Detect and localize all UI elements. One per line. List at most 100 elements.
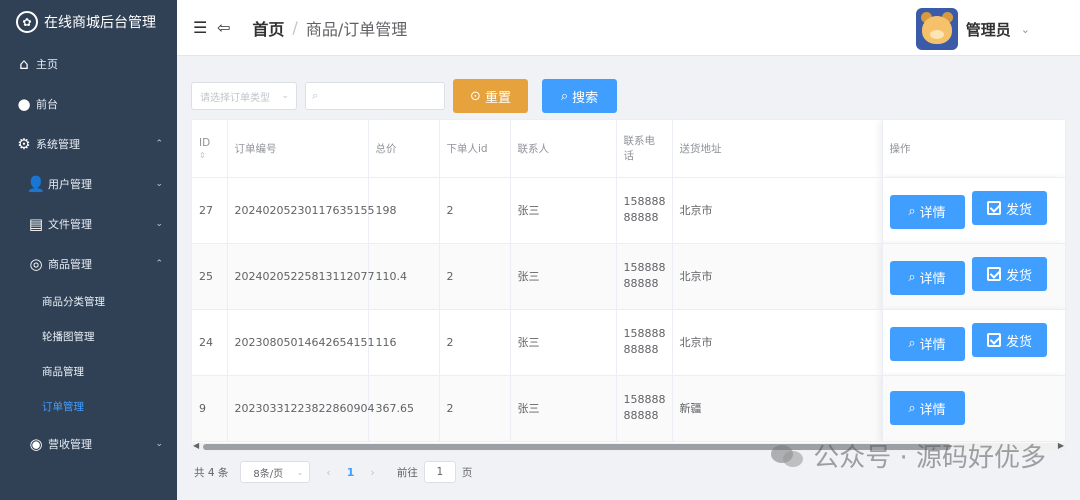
- sidebar-item-label: 商品分类管理: [42, 296, 105, 308]
- cell-actions: ⌕ 详情 发货: [882, 243, 1065, 310]
- chevron-down-icon: ⌄: [155, 439, 163, 449]
- app-logo: ✿ 在线商城后台管理: [0, 0, 177, 44]
- goto-page-input[interactable]: 1: [423, 461, 456, 483]
- phone-part: 158888: [623, 327, 666, 340]
- avatar[interactable]: [915, 8, 958, 50]
- sidebar-item-files[interactable]: ▤ 文件管理 ⌄: [0, 204, 177, 244]
- watermark-text: 公众号 · 源码好优多: [813, 443, 1046, 473]
- column-header-total: 总价: [368, 120, 440, 178]
- column-header-user-id: 下单人id: [439, 120, 511, 178]
- column-header-address: 送货地址: [672, 120, 883, 178]
- user-name[interactable]: 管理员: [966, 19, 1011, 40]
- cell-id: 24: [192, 309, 228, 376]
- cell-actions: ⌕ 详情: [882, 375, 1065, 442]
- cell-phone: 158888 88888: [616, 177, 673, 244]
- sidebar-item-home[interactable]: ⌂ 主页: [0, 44, 177, 84]
- phone-part: 88888: [623, 409, 659, 422]
- sidebar-item-label: 前台: [36, 98, 58, 111]
- menu-toggle-icon[interactable]: ☰: [193, 18, 211, 37]
- detail-button-label: 详情: [919, 206, 946, 222]
- cell-address: 北京市: [672, 177, 883, 244]
- scroll-right-icon[interactable]: ▶: [1058, 441, 1064, 450]
- ship-button-label: 发货: [1005, 202, 1032, 218]
- sidebar-item-users[interactable]: 👤 用户管理 ⌄: [0, 164, 177, 204]
- column-header-contact: 联系人: [510, 120, 617, 178]
- back-arrow-icon[interactable]: ⇦: [217, 18, 230, 37]
- table-header-row: ID ⇕ 订单编号 总价 下单人id 联系人 联系电话 送货地址 操作: [192, 120, 1065, 178]
- checkbox-icon: [986, 267, 1001, 282]
- scroll-left-icon[interactable]: ◀: [193, 441, 199, 450]
- phone-part: 88888: [623, 211, 659, 224]
- search-icon: ⌕: [908, 400, 916, 416]
- sidebar-item-category[interactable]: 商品分类管理: [0, 284, 177, 319]
- detail-button[interactable]: ⌕ 详情: [889, 391, 965, 425]
- ship-button[interactable]: 发货: [972, 323, 1047, 358]
- revenue-icon: ◉: [29, 435, 43, 453]
- order-type-placeholder: 请选择订单类型: [200, 92, 270, 104]
- cell-address: 北京市: [672, 243, 883, 310]
- sidebar-item-carousel[interactable]: 轮播图管理: [0, 319, 177, 354]
- chevron-down-icon: ⌄: [155, 179, 163, 189]
- search-input[interactable]: ⌕: [305, 82, 445, 110]
- cell-contact: 张三: [510, 243, 617, 310]
- logo-icon: ✿: [16, 11, 38, 33]
- next-page-button[interactable]: ›: [370, 466, 374, 479]
- ship-button-label: 发货: [1005, 334, 1032, 350]
- column-header-phone: 联系电话: [616, 120, 673, 178]
- sidebar-item-label: 轮播图管理: [42, 331, 95, 343]
- order-type-select[interactable]: 请选择订单类型 ⌄: [191, 82, 297, 110]
- phone-part: 158888: [623, 261, 666, 274]
- sidebar-item-label: 用户管理: [48, 178, 92, 191]
- main-content: 请选择订单类型 ⌄ ⌕ ⊙ 重置 ⌕ 搜索 ID ⇕ 订单编号 总价 下单人id…: [177, 57, 1080, 500]
- chevron-down-icon[interactable]: ⌄: [1021, 23, 1030, 36]
- table-row: 24 20230805014642654151 116 2 张三 158888 8…: [192, 309, 1065, 376]
- phone-part: 88888: [623, 343, 659, 356]
- goto-label: 前往: [396, 466, 418, 479]
- search-button[interactable]: ⌕ 搜索: [542, 79, 617, 113]
- sidebar-item-frontend[interactable]: ● 前台: [0, 84, 177, 124]
- ship-button[interactable]: 发货: [972, 257, 1047, 292]
- cell-total: 116: [368, 309, 440, 376]
- detail-button[interactable]: ⌕ 详情: [889, 326, 965, 361]
- cell-actions: ⌕ 详情 发货: [882, 309, 1065, 376]
- chevron-down-icon: ⌄: [281, 91, 289, 101]
- column-header-order-no: 订单编号: [227, 120, 369, 178]
- page-number[interactable]: 1: [347, 466, 355, 479]
- breadcrumb-home[interactable]: 首页: [252, 16, 284, 40]
- sidebar-item-orders[interactable]: 订单管理: [0, 389, 177, 424]
- cell-user-id: 2: [439, 309, 511, 376]
- cell-id: 27: [192, 177, 228, 244]
- cell-phone: 158888 88888: [616, 243, 673, 310]
- page-size-value: 8条/页: [253, 468, 284, 480]
- sort-icon[interactable]: ⇕: [199, 151, 220, 160]
- sidebar-item-label: 商品管理: [42, 366, 84, 378]
- home-icon: ⌂: [19, 55, 29, 73]
- chevron-up-icon: ⌃: [155, 139, 163, 149]
- column-header-id[interactable]: ID ⇕: [192, 120, 228, 178]
- ship-button[interactable]: 发货: [972, 191, 1047, 226]
- search-icon: ⌕: [908, 204, 916, 220]
- sidebar-item-products[interactable]: ◎ 商品管理 ⌃: [0, 244, 177, 284]
- user-menu[interactable]: 管理员 ⌄: [915, 8, 1030, 50]
- page-size-select[interactable]: 8条/页 ⌄: [240, 461, 311, 483]
- sidebar-item-revenue[interactable]: ◉ 营收管理 ⌄: [0, 424, 177, 464]
- sidebar-item-goods[interactable]: 商品管理: [0, 354, 177, 389]
- detail-button[interactable]: ⌕ 详情: [889, 194, 965, 229]
- cell-id: 25: [192, 243, 228, 310]
- prev-page-button[interactable]: ‹: [326, 466, 330, 479]
- cell-total: 110.4: [368, 243, 440, 310]
- reset-button[interactable]: ⊙ 重置: [453, 79, 528, 113]
- cell-total: 367.65: [368, 375, 440, 442]
- sidebar-item-label: 主页: [36, 58, 58, 71]
- detail-button[interactable]: ⌕ 详情: [889, 260, 965, 295]
- wechat-icon: [771, 443, 805, 469]
- drop-icon: ●: [17, 95, 31, 113]
- cell-order-no: 20230331223822860904: [227, 375, 374, 442]
- detail-button-label: 详情: [919, 338, 946, 354]
- cell-contact: 张三: [510, 177, 617, 244]
- sidebar-item-system[interactable]: ⚙ 系统管理 ⌃: [0, 124, 177, 164]
- cell-user-id: 2: [439, 177, 511, 244]
- watermark: 公众号 · 源码好优多: [771, 437, 1046, 474]
- sidebar-item-label: 商品管理: [48, 258, 92, 271]
- cell-contact: 张三: [510, 375, 617, 442]
